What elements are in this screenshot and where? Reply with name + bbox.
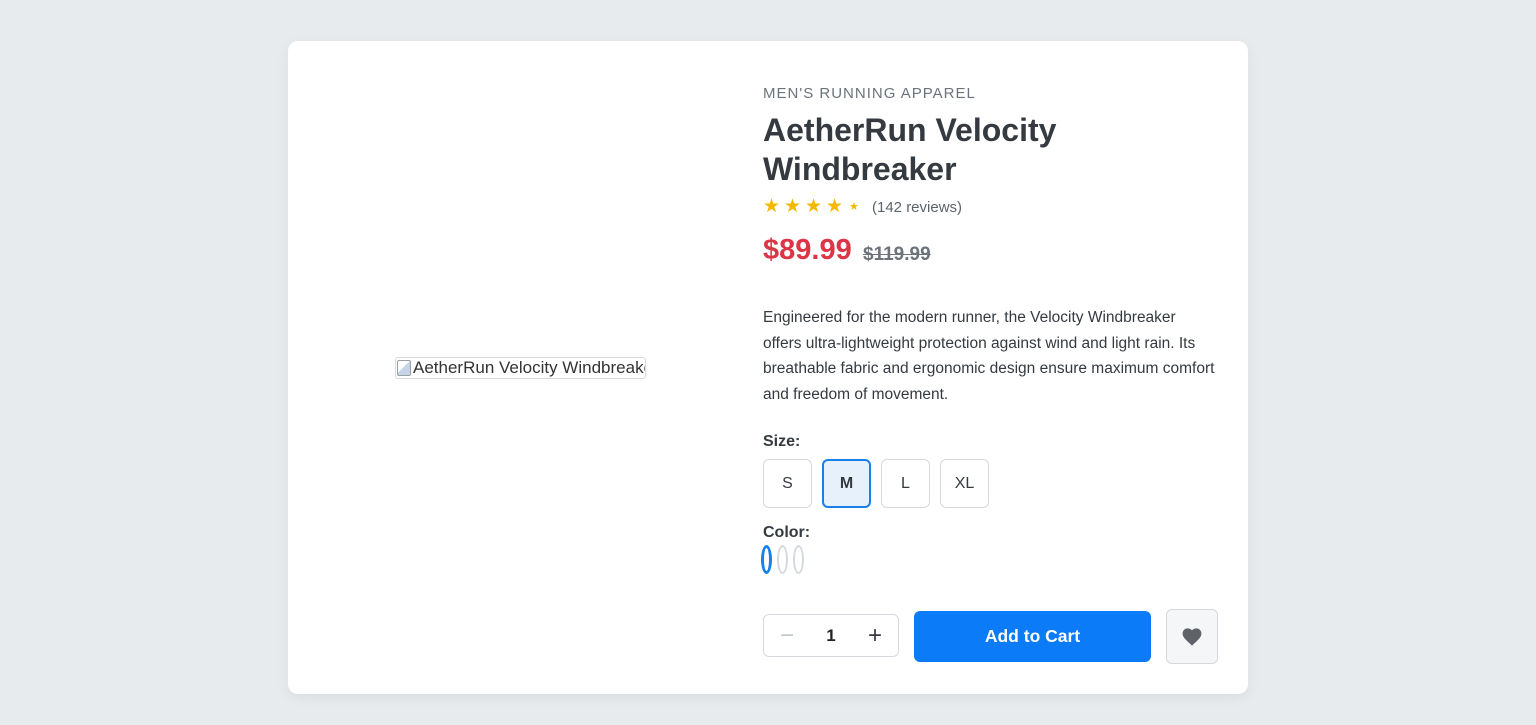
- color-label: Color:: [763, 524, 811, 541]
- heart-icon: [1182, 627, 1202, 646]
- product-description: Engineered for the modern runner, the Ve…: [763, 309, 1215, 404]
- size-label: Size:: [763, 433, 801, 450]
- size-option-m[interactable]: M: [822, 459, 871, 508]
- size-option-l[interactable]: L: [881, 459, 930, 508]
- quantity-increment-button[interactable]: +: [852, 616, 898, 656]
- color-options: [761, 545, 809, 574]
- size-option-xl[interactable]: XL: [940, 459, 989, 508]
- product-title: AetherRun Velocity Windbreaker: [763, 112, 1057, 187]
- add-to-cart-button[interactable]: Add to Cart: [914, 611, 1151, 662]
- product-image-alt: AetherRun Velocity Windbreaker: [413, 358, 646, 377]
- star-filled-icon: ★: [805, 196, 823, 217]
- star-filled-icon: ★: [763, 196, 781, 217]
- quantity-decrement-button[interactable]: −: [764, 616, 810, 656]
- star-filled-icon: ★: [826, 196, 844, 217]
- review-count[interactable]: (142 reviews): [872, 199, 962, 216]
- star-filled-icon: ★: [784, 196, 802, 217]
- product-rating: ★ ★ ★ ★ ★ (142 reviews): [763, 197, 962, 217]
- current-price: $89.99: [763, 234, 852, 266]
- product-category: MEN'S RUNNING APPAREL: [763, 85, 976, 102]
- broken-image-icon: [397, 360, 411, 376]
- product-image: AetherRun Velocity Windbreaker: [395, 357, 646, 379]
- size-options: S M L XL: [763, 459, 999, 508]
- size-option-s[interactable]: S: [763, 459, 812, 508]
- color-swatch[interactable]: [777, 545, 788, 574]
- quantity-stepper: − 1 +: [763, 614, 899, 657]
- star-empty-icon: ★: [849, 201, 859, 213]
- color-swatch[interactable]: [761, 545, 772, 574]
- original-price: $119.99: [863, 244, 931, 265]
- quantity-value[interactable]: 1: [810, 626, 852, 646]
- wishlist-button[interactable]: [1166, 609, 1218, 664]
- color-swatch[interactable]: [793, 545, 804, 574]
